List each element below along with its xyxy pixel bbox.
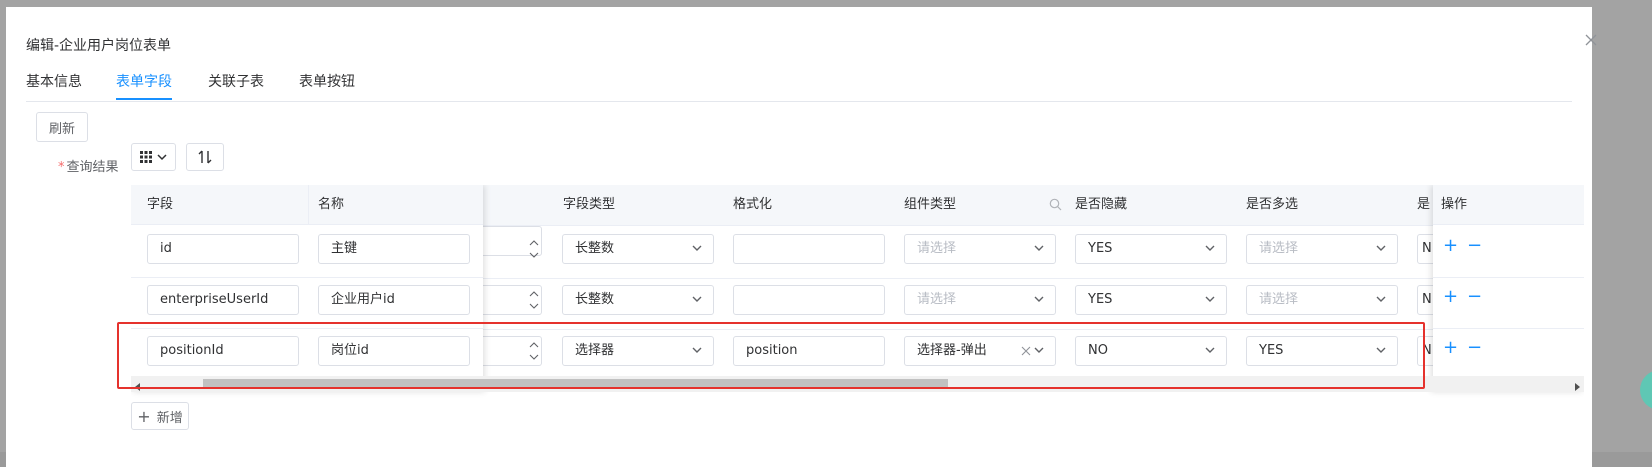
field-input[interactable]: id xyxy=(147,234,299,264)
header-hidden: 是否隐藏 xyxy=(1075,197,1128,212)
chevron-down-icon xyxy=(1204,286,1216,314)
order-stepper[interactable] xyxy=(527,336,543,366)
component-type-select[interactable]: 请选择 xyxy=(904,234,1056,264)
order-stepper[interactable] xyxy=(527,285,543,315)
chevron-down-icon xyxy=(691,286,703,314)
component-type-select[interactable]: 请选择 xyxy=(904,285,1056,315)
clear-icon[interactable] xyxy=(1021,337,1031,365)
multi-select[interactable]: 请选择 xyxy=(1246,285,1398,315)
add-row-icon[interactable]: + xyxy=(1443,337,1458,358)
field-type-select[interactable]: 长整数 xyxy=(562,234,714,264)
tab-bar: 基本信息 表单字段 关联子表 表单按钮 xyxy=(26,67,1572,102)
field-type-select[interactable]: 长整数 xyxy=(562,285,714,315)
tab-form-fields[interactable]: 表单字段 xyxy=(116,71,172,91)
name-input[interactable]: 主键 xyxy=(318,234,470,264)
chevron-down-icon xyxy=(1033,235,1045,263)
sort-button[interactable] xyxy=(186,143,224,171)
format-input[interactable]: position xyxy=(733,336,885,366)
sort-icon xyxy=(198,150,212,164)
refresh-button[interactable]: 刷新 xyxy=(36,112,88,142)
add-row-icon[interactable]: + xyxy=(1443,286,1458,307)
hidden-select[interactable]: NO xyxy=(1075,336,1227,366)
fixed-right-ops-column: 操作 + − + − + − xyxy=(1433,185,1584,392)
format-input[interactable] xyxy=(733,234,885,264)
multi-select[interactable]: 请选择 xyxy=(1246,234,1398,264)
tab-related-subtables[interactable]: 关联子表 xyxy=(208,71,264,91)
multi-select[interactable]: YES xyxy=(1246,336,1398,366)
chevron-down-icon xyxy=(1033,337,1045,365)
name-input[interactable]: 企业用户id xyxy=(318,285,470,315)
field-type-select[interactable]: 选择器 xyxy=(562,336,714,366)
header-multi: 是否多选 xyxy=(1246,197,1299,212)
dialog-title: 编辑-企业用户岗位表单 xyxy=(26,38,172,54)
remove-row-icon[interactable]: − xyxy=(1467,235,1482,256)
hidden-select[interactable]: YES xyxy=(1075,285,1227,315)
hidden-select[interactable]: YES xyxy=(1075,234,1227,264)
chevron-down-icon xyxy=(1375,235,1387,263)
header-field-type: 字段类型 xyxy=(563,197,616,212)
horizontal-scrollbar[interactable] xyxy=(131,376,1584,392)
chevron-down-icon xyxy=(1375,286,1387,314)
tab-basic-info[interactable]: 基本信息 xyxy=(26,71,82,91)
plus-icon: + xyxy=(137,406,151,426)
header-component-type: 组件类型 xyxy=(904,197,957,212)
order-stepper[interactable] xyxy=(527,234,543,264)
grid-icon xyxy=(140,151,153,163)
field-input[interactable]: enterpriseUserId xyxy=(147,285,299,315)
chevron-down-icon xyxy=(157,154,167,161)
fields-table: 字段类型 格式化 组件类型 是否隐藏 是否多选 是 长整数 请选择 YES 请选… xyxy=(131,185,1584,407)
close-icon[interactable] xyxy=(1582,33,1600,51)
header-field: 字段 xyxy=(147,197,174,212)
chevron-down-icon xyxy=(691,337,703,365)
chevron-down-icon xyxy=(1375,337,1387,365)
scroll-left-icon[interactable] xyxy=(135,380,141,395)
component-type-select[interactable]: 选择器-弹出 xyxy=(904,336,1056,366)
fixed-left-columns: 字段 名称 id 主键 enterpriseUserId 企业用户id posi… xyxy=(131,185,483,392)
chevron-down-icon xyxy=(1204,235,1216,263)
search-icon[interactable] xyxy=(1049,198,1062,215)
add-row-icon[interactable]: + xyxy=(1443,235,1458,256)
chevron-down-icon xyxy=(1033,286,1045,314)
chevron-down-icon xyxy=(691,235,703,263)
field-input[interactable]: positionId xyxy=(147,336,299,366)
view-mode-dropdown[interactable] xyxy=(131,143,176,171)
header-partial: 是 xyxy=(1417,197,1431,212)
scrollbar-thumb[interactable] xyxy=(203,379,948,389)
active-tab-indicator xyxy=(116,98,172,100)
header-ops: 操作 xyxy=(1441,197,1468,212)
header-format: 格式化 xyxy=(733,197,773,212)
chevron-down-icon xyxy=(1204,337,1216,365)
format-input[interactable] xyxy=(733,285,885,315)
scroll-right-icon[interactable] xyxy=(1574,380,1580,395)
header-name: 名称 xyxy=(318,197,345,212)
tab-form-buttons[interactable]: 表单按钮 xyxy=(299,71,355,91)
add-row-button[interactable]: + 新增 xyxy=(131,402,189,430)
query-result-label: * 查询结果 xyxy=(58,160,119,175)
remove-row-icon[interactable]: − xyxy=(1467,337,1482,358)
name-input[interactable]: 岗位id xyxy=(318,336,470,366)
remove-row-icon[interactable]: − xyxy=(1467,286,1482,307)
